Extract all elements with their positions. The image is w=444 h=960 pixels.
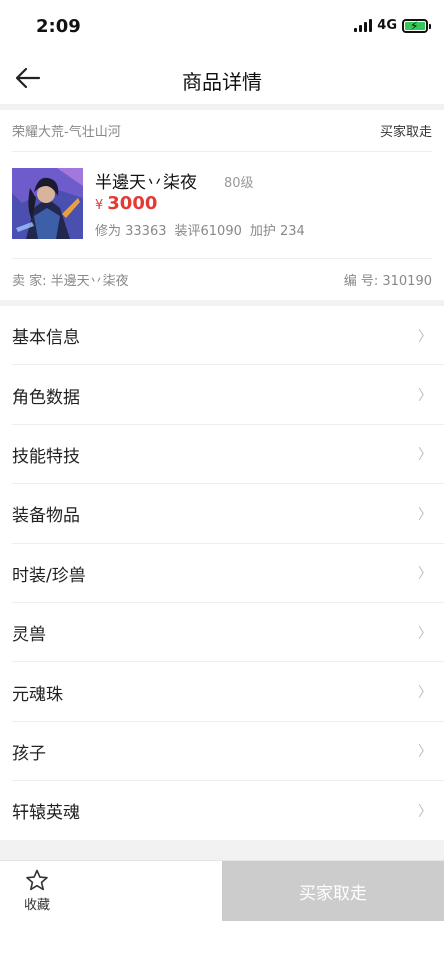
buy-button[interactable]: 买家取走 [222,861,444,921]
menu-item-fashion-pets[interactable]: 时装/珍兽 〉 [0,544,444,604]
menu-item-soul-orbs[interactable]: 元魂珠 〉 [0,662,444,723]
menu-item-label: 灵兽 [12,625,46,646]
trade-mode-label: 买家取走 [379,125,432,140]
bottom-action-bar: 收藏 买家取走 [0,860,444,921]
menu-item-label: 时装/珍兽 [12,565,86,586]
chevron-right-icon: 〉 [418,685,432,702]
network-label: 4G [377,18,397,33]
character-thumbnail [12,168,83,239]
stat-cultivation: 修为 33363 [95,224,167,239]
favorite-button[interactable]: 收藏 [0,861,222,921]
chevron-right-icon: 〉 [418,388,432,405]
detail-menu: 基本信息 〉 角色数据 〉 技能特技 〉 装备物品 〉 时装/珍兽 〉 灵兽 〉… [0,306,444,841]
serial-number: 编 号: 310190 [343,274,432,289]
menu-item-label: 基本信息 [12,328,80,349]
signal-icon [354,19,373,32]
nav-bar: 商品详情 [0,52,444,104]
price-value: 3000 [107,193,158,214]
stat-protection: 加护 234 [249,224,305,239]
favorite-label: 收藏 [24,898,51,913]
product-summary[interactable]: 半邊天丷柒夜 80级 ¥ 3000 修为 33363 装评61090 加护 23… [12,166,432,242]
menu-item-children[interactable]: 孩子 〉 [0,722,444,782]
chevron-right-icon: 〉 [418,506,432,523]
page-title: 商品详情 [182,70,262,94]
menu-item-xuanyuan-souls[interactable]: 轩辕英魂 〉 [0,781,444,840]
seller-label: 卖 家: 半邊天丷柒夜 [12,274,129,289]
menu-item-label: 装备物品 [12,506,80,527]
menu-item-equipment[interactable]: 装备物品 〉 [0,484,444,544]
chevron-right-icon: 〉 [418,328,432,345]
chevron-right-icon: 〉 [418,566,432,583]
status-bar: 2:09 4G ⚡ [0,0,444,52]
battery-charging-icon: ⚡ [402,18,431,33]
chevron-right-icon: 〉 [418,803,432,820]
currency-symbol: ¥ [95,198,104,213]
chevron-right-icon: 〉 [418,625,432,642]
menu-item-character-data[interactable]: 角色数据 〉 [0,365,444,426]
menu-item-basic-info[interactable]: 基本信息 〉 [0,306,444,366]
status-icons: 4G ⚡ [354,18,431,33]
chevron-right-icon: 〉 [418,447,432,464]
menu-item-label: 元魂珠 [12,684,63,705]
chevron-right-icon: 〉 [418,744,432,761]
character-name: 半邊天丷柒夜 [95,173,197,193]
menu-item-label: 技能特技 [12,446,80,467]
character-stats: 修为 33363 装评61090 加护 234 [95,220,305,239]
character-level: 80级 [224,176,254,191]
server-label: 荣耀大荒-气壮山河 [12,125,121,140]
card-header: 荣耀大荒-气壮山河 买家取走 [12,110,432,152]
product-card: 荣耀大荒-气壮山河 买家取走 半邊天丷柒夜 80级 ¥ 3000 修为 3336… [0,110,444,300]
menu-item-label: 孩子 [12,743,46,764]
stat-equip-score: 装评61090 [174,224,242,239]
card-footer: 卖 家: 半邊天丷柒夜 编 号: 310190 [12,258,432,300]
price: ¥ 3000 [95,193,157,214]
status-time: 2:09 [36,16,81,37]
section-separator [0,840,444,860]
menu-item-spirit-beast[interactable]: 灵兽 〉 [0,603,444,663]
menu-item-label: 轩辕英魂 [12,803,80,824]
star-outline-icon [26,869,48,891]
menu-item-skills[interactable]: 技能特技 〉 [0,425,444,485]
menu-item-label: 角色数据 [12,387,80,408]
